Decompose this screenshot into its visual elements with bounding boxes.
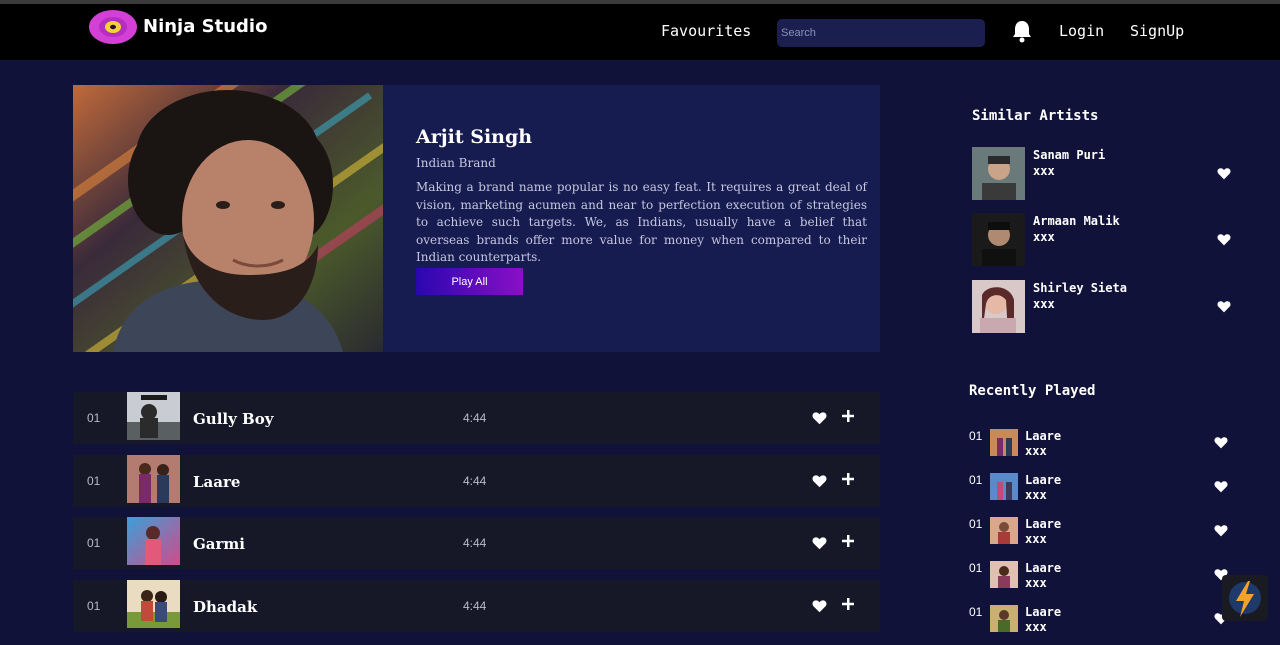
recent-track-title[interactable]: Laare bbox=[1025, 429, 1061, 443]
recent-track-subtext: xxx bbox=[1025, 620, 1047, 634]
recent-track-number: 01 bbox=[969, 605, 983, 619]
similar-artist-item[interactable]: Sanam Puri xxx bbox=[972, 147, 1237, 201]
song-duration: 4:44 bbox=[463, 474, 487, 488]
artist-name[interactable]: Sanam Puri bbox=[1033, 148, 1105, 162]
song-title[interactable]: Garmi bbox=[193, 535, 245, 553]
recent-track-subtext: xxx bbox=[1025, 488, 1047, 502]
artist-name: Arjit Singh bbox=[416, 126, 533, 148]
heart-icon[interactable] bbox=[812, 474, 827, 488]
similar-artist-item[interactable]: Armaan Malik xxx bbox=[972, 213, 1237, 267]
artist-avatar bbox=[972, 147, 1025, 200]
song-number: 01 bbox=[87, 599, 101, 613]
song-cover bbox=[127, 517, 180, 565]
artist-hero-card: Arjit Singh Indian Brand Making a brand … bbox=[73, 85, 880, 352]
heart-icon[interactable] bbox=[812, 536, 827, 550]
login-link[interactable]: Login bbox=[1059, 22, 1104, 40]
song-title[interactable]: Dhadak bbox=[193, 598, 257, 616]
recent-track-title[interactable]: Laare bbox=[1025, 561, 1061, 575]
song-row[interactable]: 01 Gully Boy 4:44 bbox=[73, 392, 880, 444]
recent-track-number: 01 bbox=[969, 517, 983, 531]
recent-track-number: 01 bbox=[969, 561, 983, 575]
song-row[interactable]: 01 Laare 4:44 bbox=[73, 455, 880, 507]
song-duration: 4:44 bbox=[463, 599, 487, 613]
similar-artists-heading: Similar Artists bbox=[972, 108, 1099, 124]
song-duration: 4:44 bbox=[463, 411, 487, 425]
artist-subtext: xxx bbox=[1033, 164, 1055, 178]
song-cover bbox=[127, 455, 180, 503]
artist-description: Making a brand name popular is no easy f… bbox=[416, 180, 867, 264]
plus-icon[interactable] bbox=[842, 473, 854, 485]
recent-track-cover bbox=[990, 473, 1018, 500]
plus-icon[interactable] bbox=[842, 410, 854, 422]
recent-track-title[interactable]: Laare bbox=[1025, 605, 1061, 619]
heart-icon[interactable] bbox=[1217, 167, 1231, 180]
recent-track-cover bbox=[990, 561, 1018, 588]
recent-track-number: 01 bbox=[969, 429, 983, 443]
song-duration: 4:44 bbox=[463, 536, 487, 550]
similar-artist-item[interactable]: Shirley Sieta xxx bbox=[972, 280, 1237, 334]
recent-track-cover bbox=[990, 429, 1018, 456]
lightning-icon bbox=[1229, 581, 1261, 617]
heart-icon[interactable] bbox=[1214, 524, 1228, 537]
recently-played-heading: Recently Played bbox=[969, 383, 1096, 399]
signup-link[interactable]: SignUp bbox=[1130, 22, 1184, 40]
artist-name[interactable]: Shirley Sieta bbox=[1033, 281, 1127, 295]
brand-name[interactable]: Ninja Studio bbox=[143, 16, 267, 37]
song-cover bbox=[127, 580, 180, 628]
recent-track-subtext: xxx bbox=[1025, 576, 1047, 590]
recent-track-cover bbox=[990, 605, 1018, 632]
artist-hero-photo bbox=[73, 85, 383, 352]
recent-track-item[interactable]: 01 Laare xxx bbox=[969, 429, 1234, 469]
song-number: 01 bbox=[87, 474, 101, 488]
recent-track-item[interactable]: 01 Laare xxx bbox=[969, 561, 1234, 601]
navbar: Ninja Studio Favourites Login SignUp bbox=[0, 4, 1280, 60]
song-number: 01 bbox=[87, 536, 101, 550]
artist-avatar bbox=[972, 280, 1025, 333]
search-input[interactable] bbox=[777, 19, 985, 47]
song-row[interactable]: 01 Garmi 4:44 bbox=[73, 517, 880, 569]
recent-track-item[interactable]: 01 Laare xxx bbox=[969, 605, 1234, 645]
artist-subtext: xxx bbox=[1033, 297, 1055, 311]
recent-track-number: 01 bbox=[969, 473, 983, 487]
recent-track-title[interactable]: Laare bbox=[1025, 473, 1061, 487]
song-row[interactable]: 01 Dhadak 4:44 bbox=[73, 580, 880, 632]
bell-icon[interactable] bbox=[1011, 19, 1033, 43]
heart-icon[interactable] bbox=[1214, 436, 1228, 449]
vinyl-logo-icon[interactable] bbox=[88, 9, 138, 45]
artist-avatar bbox=[972, 213, 1025, 266]
song-number: 01 bbox=[87, 411, 101, 425]
artist-name[interactable]: Armaan Malik bbox=[1033, 214, 1120, 228]
recent-track-title[interactable]: Laare bbox=[1025, 517, 1061, 531]
heart-icon[interactable] bbox=[812, 599, 827, 613]
recent-track-item[interactable]: 01 Laare xxx bbox=[969, 517, 1234, 557]
artist-subtext: xxx bbox=[1033, 230, 1055, 244]
plus-icon[interactable] bbox=[842, 598, 854, 610]
artist-subtitle: Indian Brand bbox=[416, 156, 496, 170]
heart-icon[interactable] bbox=[1217, 300, 1231, 313]
plus-icon[interactable] bbox=[842, 535, 854, 547]
heart-icon[interactable] bbox=[1214, 480, 1228, 493]
song-cover bbox=[127, 392, 180, 440]
heart-icon[interactable] bbox=[812, 411, 827, 425]
recent-track-cover bbox=[990, 517, 1018, 544]
song-title[interactable]: Laare bbox=[193, 473, 240, 491]
heart-icon[interactable] bbox=[1217, 233, 1231, 246]
recent-track-item[interactable]: 01 Laare xxx bbox=[969, 473, 1234, 513]
nav-favourites-link[interactable]: Favourites bbox=[661, 22, 751, 40]
play-all-button[interactable]: Play All bbox=[416, 268, 523, 295]
extension-badge[interactable] bbox=[1222, 575, 1268, 621]
recent-track-subtext: xxx bbox=[1025, 444, 1047, 458]
recent-track-subtext: xxx bbox=[1025, 532, 1047, 546]
song-title[interactable]: Gully Boy bbox=[193, 410, 273, 428]
